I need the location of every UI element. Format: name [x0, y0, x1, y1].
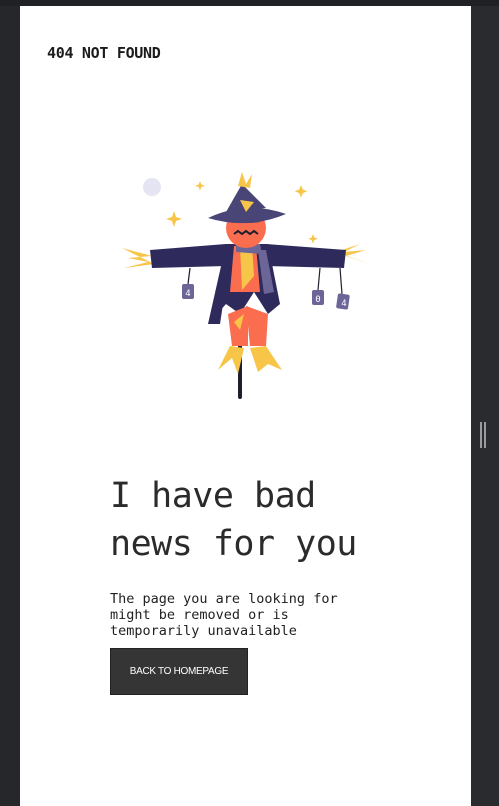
- moon-icon: [143, 178, 161, 196]
- right-gutter: [471, 6, 499, 806]
- page-viewport: 404 NOT FOUND 4 0 4 I have bad news for …: [20, 6, 471, 806]
- resize-handle-icon[interactable]: [480, 422, 486, 448]
- scarecrow-illustration: 4 0 4: [122, 172, 370, 399]
- error-headline: I have bad news for you: [110, 472, 410, 568]
- headline-line-2: news for you: [110, 524, 357, 564]
- error-description: The page you are looking for might be re…: [110, 591, 338, 639]
- back-to-homepage-button[interactable]: BACK TO HOMEPAGE: [110, 648, 248, 695]
- brand-logo-text[interactable]: 404 NOT FOUND: [47, 44, 161, 62]
- can-label: 0: [315, 295, 320, 305]
- can-label: 4: [341, 299, 346, 309]
- headline-line-1: I have bad: [110, 476, 316, 516]
- can-label: 4: [185, 289, 190, 299]
